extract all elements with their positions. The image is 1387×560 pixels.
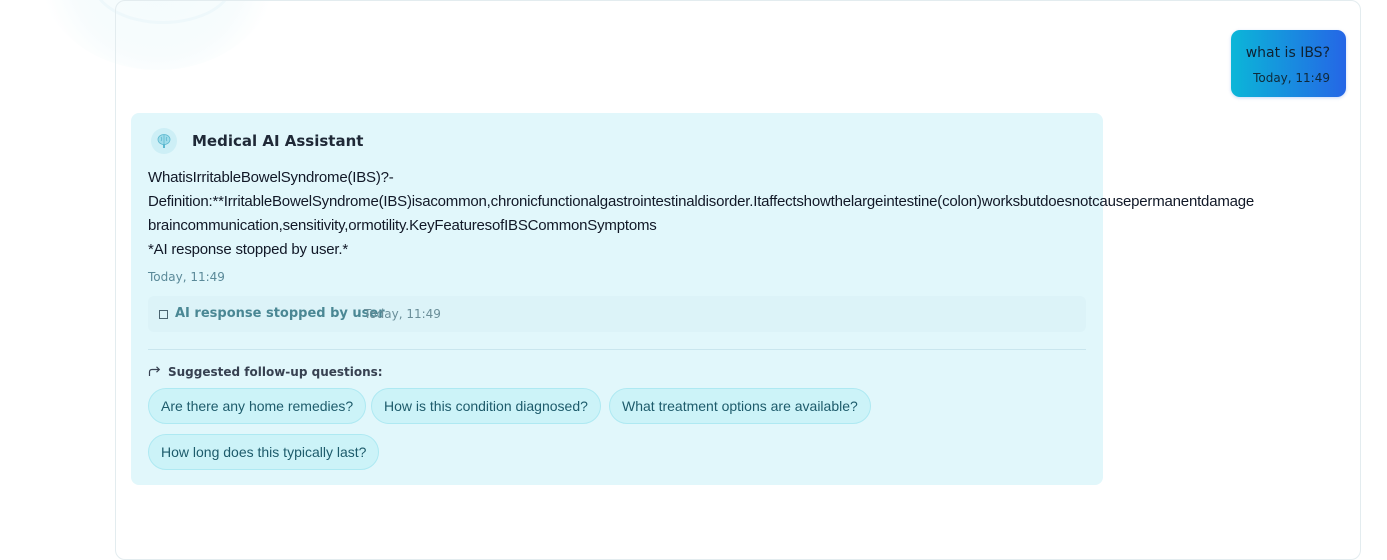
assistant-name: Medical AI Assistant [192, 132, 364, 150]
followup-chip-home-remedies[interactable]: Are there any home remedies? [148, 388, 367, 424]
followup-chip-treatment[interactable]: What treatment options are available? [609, 388, 871, 424]
assistant-message-card: Medical AI Assistant WhatisIrritableBowe… [131, 113, 1254, 485]
response-line: WhatisIrritableBowelSyndrome(IBS)?- [148, 169, 394, 186]
followup-chip-duration[interactable]: How long does this typically last? [148, 434, 380, 470]
followup-heading-label: Suggested follow-up questions: [168, 364, 383, 379]
assistant-message-time: Today, 11:49 [148, 270, 225, 284]
response-line: braincommunication,sensitivity,ormotilit… [148, 217, 657, 234]
stop-square-icon [159, 310, 168, 319]
stopped-notice: AI response stopped by user Today, 11:49 [148, 296, 1086, 332]
followup-heading: Suggested follow-up questions: [148, 362, 383, 381]
stopped-time: Today, 11:49 [364, 307, 441, 321]
divider [148, 349, 1086, 350]
brain-icon [151, 128, 177, 154]
user-message-bubble: what is IBS? Today, 11:49 [1231, 30, 1346, 97]
followup-chip-diagnosed[interactable]: How is this condition diagnosed? [371, 388, 601, 424]
arrow-forward-icon [148, 362, 161, 381]
response-line: *AI response stopped by user.* [148, 241, 348, 258]
response-line: Definition:**IrritableBowelSyndrome(IBS)… [148, 193, 1255, 210]
user-message-time: Today, 11:49 [1253, 71, 1330, 85]
user-message-text: what is IBS? [1245, 45, 1330, 61]
assistant-response-text: WhatisIrritableBowelSyndrome(IBS)?- Defi… [148, 166, 1387, 262]
stopped-label: AI response stopped by user [175, 306, 385, 321]
